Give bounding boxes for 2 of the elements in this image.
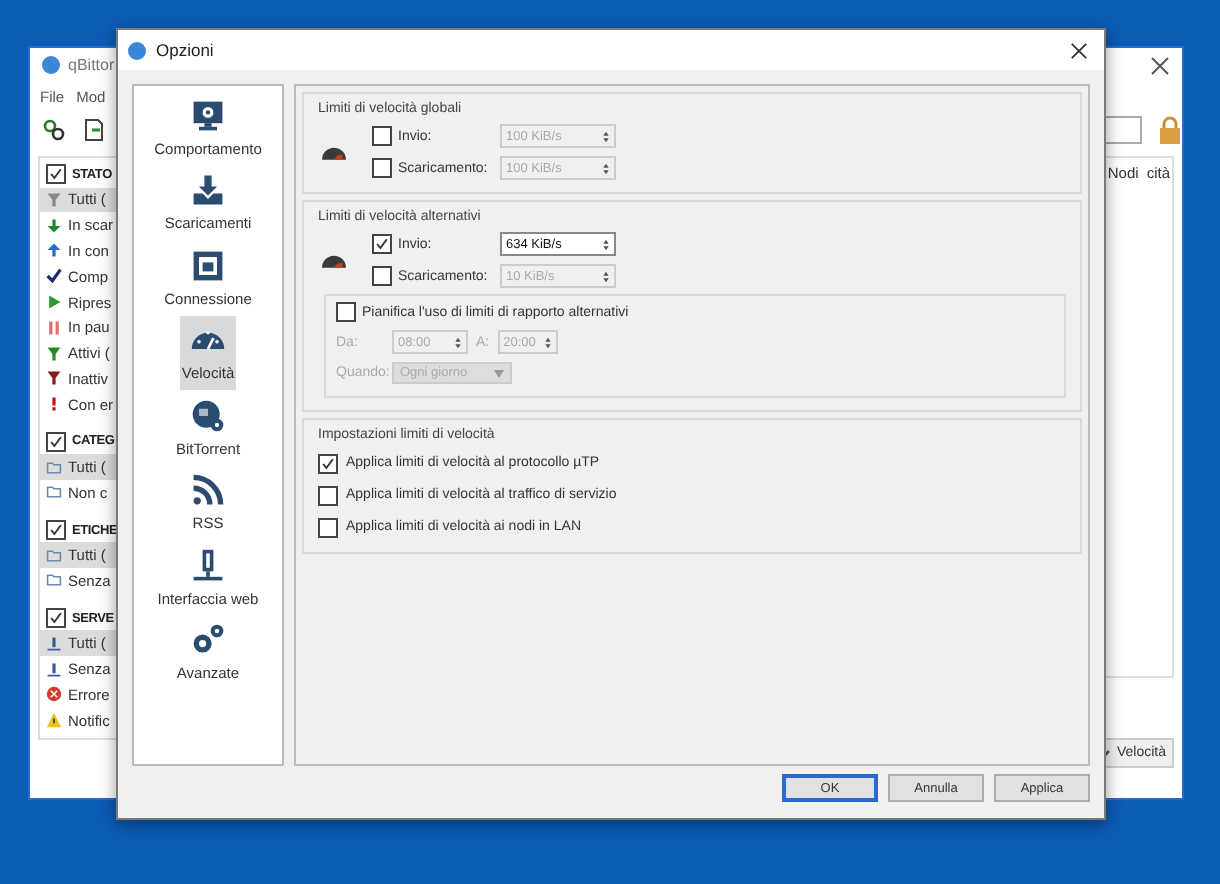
- dialog-title: Opzioni: [156, 40, 214, 60]
- window-title: qBittor: [68, 56, 115, 74]
